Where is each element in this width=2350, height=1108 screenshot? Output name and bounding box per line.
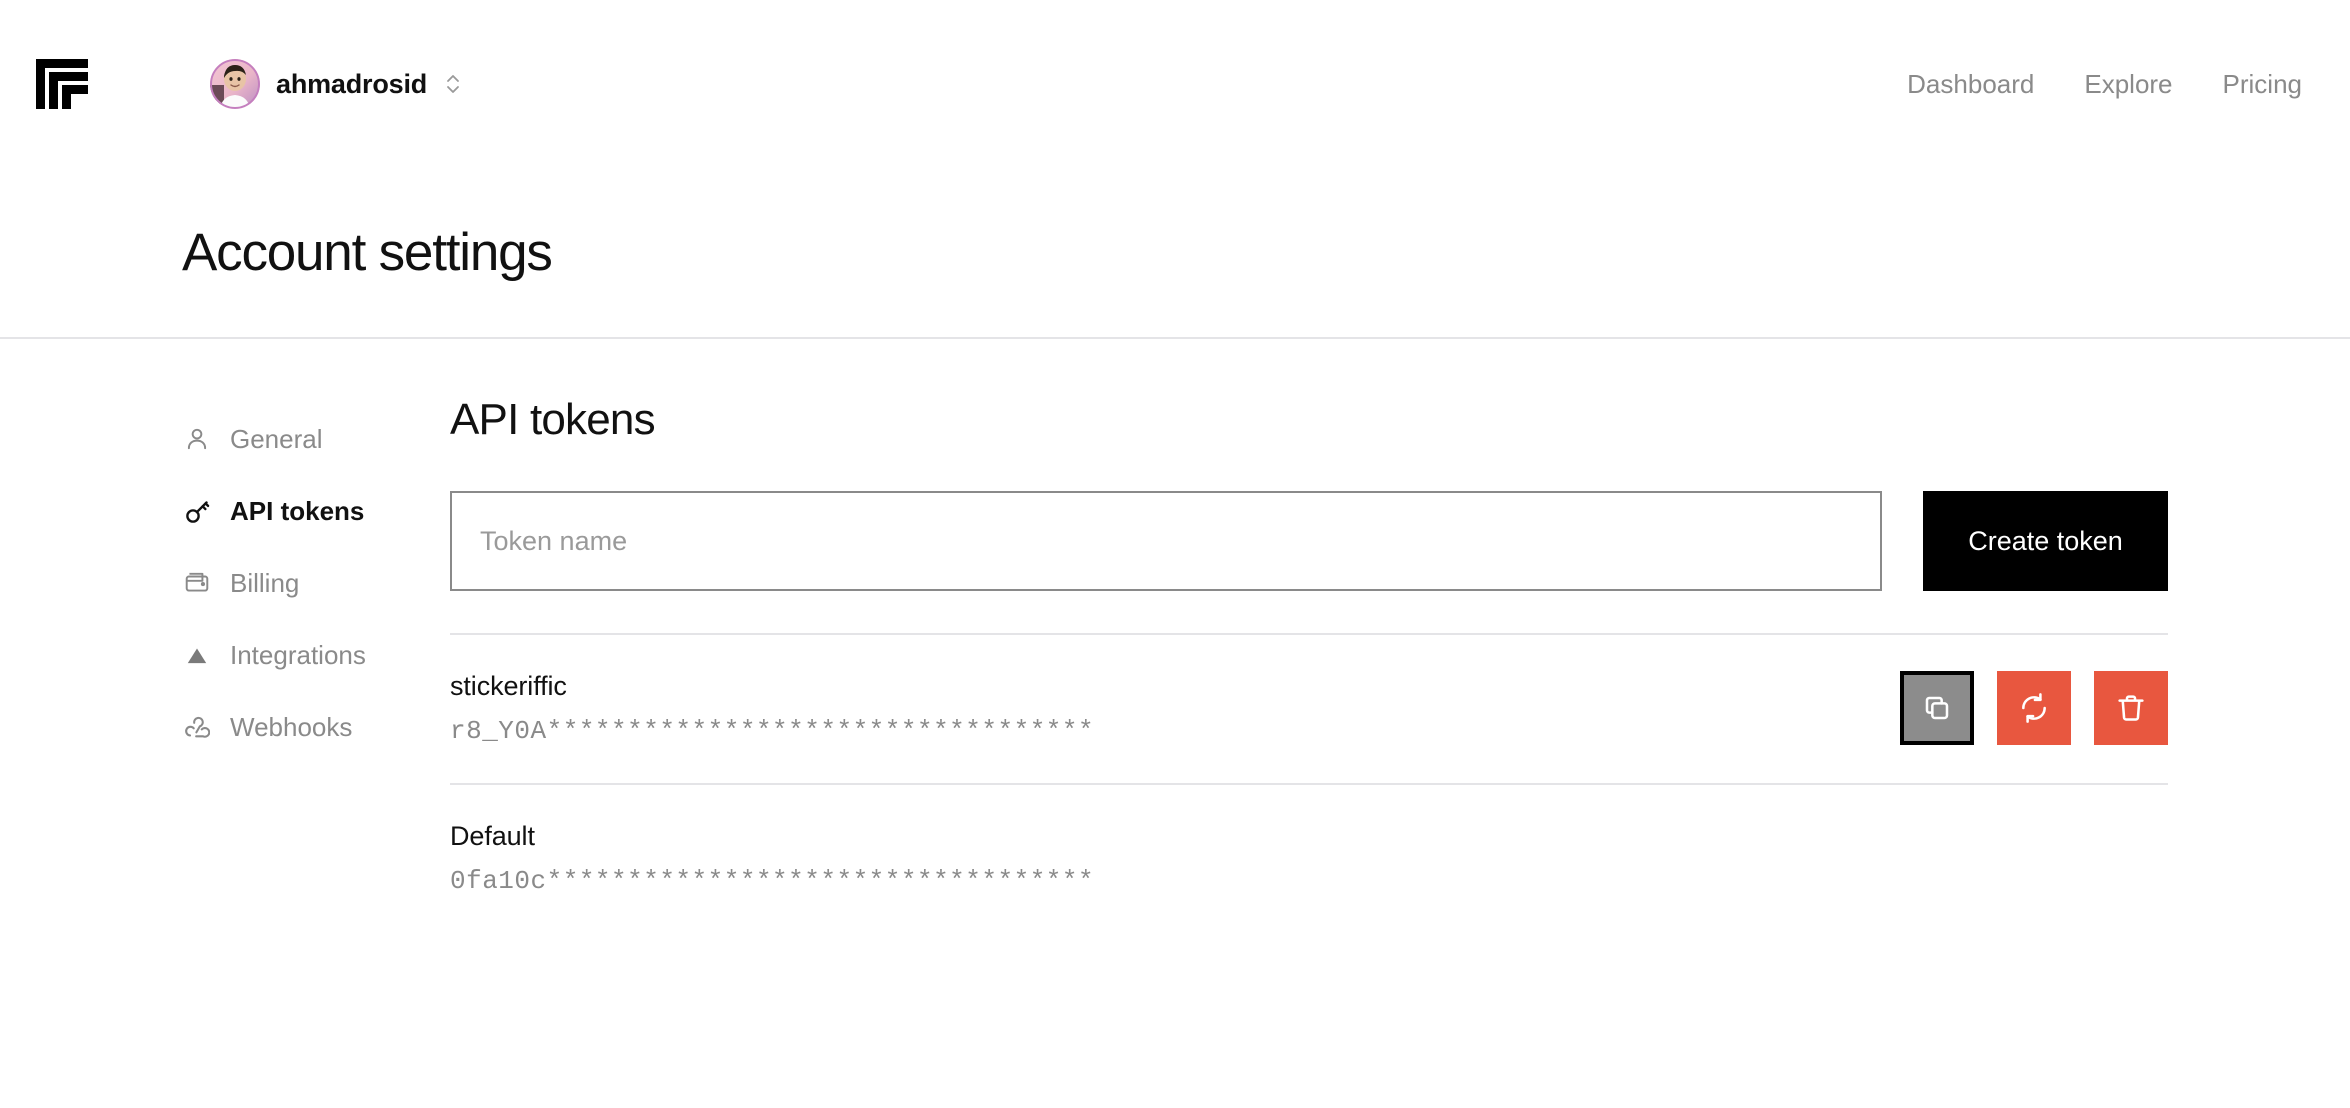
section-title: API tokens <box>450 395 656 444</box>
token-value-masked: r8_Y0A********************************** <box>450 715 1095 746</box>
sidebar-item-label: Integrations <box>230 639 366 670</box>
username-label: ahmadrosid <box>276 68 428 99</box>
token-list: stickeriffic r8_Y0A*********************… <box>450 633 2168 933</box>
token-value-masked: 0fa10c********************************** <box>450 865 1095 896</box>
sidebar-item-api-tokens[interactable]: API tokens <box>182 475 450 547</box>
table-row: Default 0fa10c**************************… <box>450 785 2168 933</box>
delete-token-button[interactable] <box>2094 671 2168 745</box>
sidebar-item-label: Webhooks <box>230 711 353 742</box>
wallet-icon <box>182 568 212 598</box>
top-header: ahmadrosid Dashboard Explore Pricing <box>0 0 2350 168</box>
create-token-form: Create token <box>450 491 2168 591</box>
sidebar-item-general[interactable]: General <box>182 403 450 475</box>
token-name-input[interactable] <box>450 491 1882 591</box>
api-tokens-panel: API tokens Create token stickeriffic r8_… <box>450 395 2350 933</box>
copy-token-button[interactable] <box>1900 671 1974 745</box>
webhook-icon <box>182 712 212 742</box>
page-title: Account settings <box>182 223 553 282</box>
nav-link-dashboard[interactable]: Dashboard <box>1907 69 2034 100</box>
sidebar-item-billing[interactable]: Billing <box>182 547 450 619</box>
chevron-up-down-icon[interactable] <box>445 70 461 98</box>
user-account-switcher[interactable]: ahmadrosid <box>210 59 461 109</box>
sidebar-item-integrations[interactable]: Integrations <box>182 619 450 691</box>
user-icon <box>182 424 212 454</box>
main-navigation: Dashboard Explore Pricing <box>1907 69 2314 100</box>
regenerate-token-button[interactable] <box>1997 671 2071 745</box>
token-name-label: stickeriffic <box>450 670 567 701</box>
sidebar-item-label: General <box>230 423 323 454</box>
key-icon <box>182 496 212 526</box>
sidebar-item-label: Billing <box>230 567 300 598</box>
avatar <box>210 59 260 109</box>
token-details: stickeriffic r8_Y0A*********************… <box>450 671 1876 746</box>
token-details: Default 0fa10c**************************… <box>450 821 2144 896</box>
settings-body: General API tokens Billing Integrations … <box>0 339 2350 933</box>
settings-sidebar: General API tokens Billing Integrations … <box>0 395 450 933</box>
token-action-buttons <box>1900 671 2168 745</box>
nav-link-pricing[interactable]: Pricing <box>2223 69 2302 100</box>
triangle-icon <box>182 640 212 670</box>
nav-link-explore[interactable]: Explore <box>2084 69 2172 100</box>
create-token-button[interactable]: Create token <box>1923 491 2168 591</box>
replicate-logo-icon[interactable] <box>36 59 88 109</box>
sidebar-item-label: API tokens <box>230 495 365 526</box>
sidebar-item-webhooks[interactable]: Webhooks <box>182 691 450 763</box>
page-title-section: Account settings <box>0 168 2350 337</box>
token-name-label: Default <box>450 820 535 851</box>
table-row: stickeriffic r8_Y0A*********************… <box>450 635 2168 783</box>
